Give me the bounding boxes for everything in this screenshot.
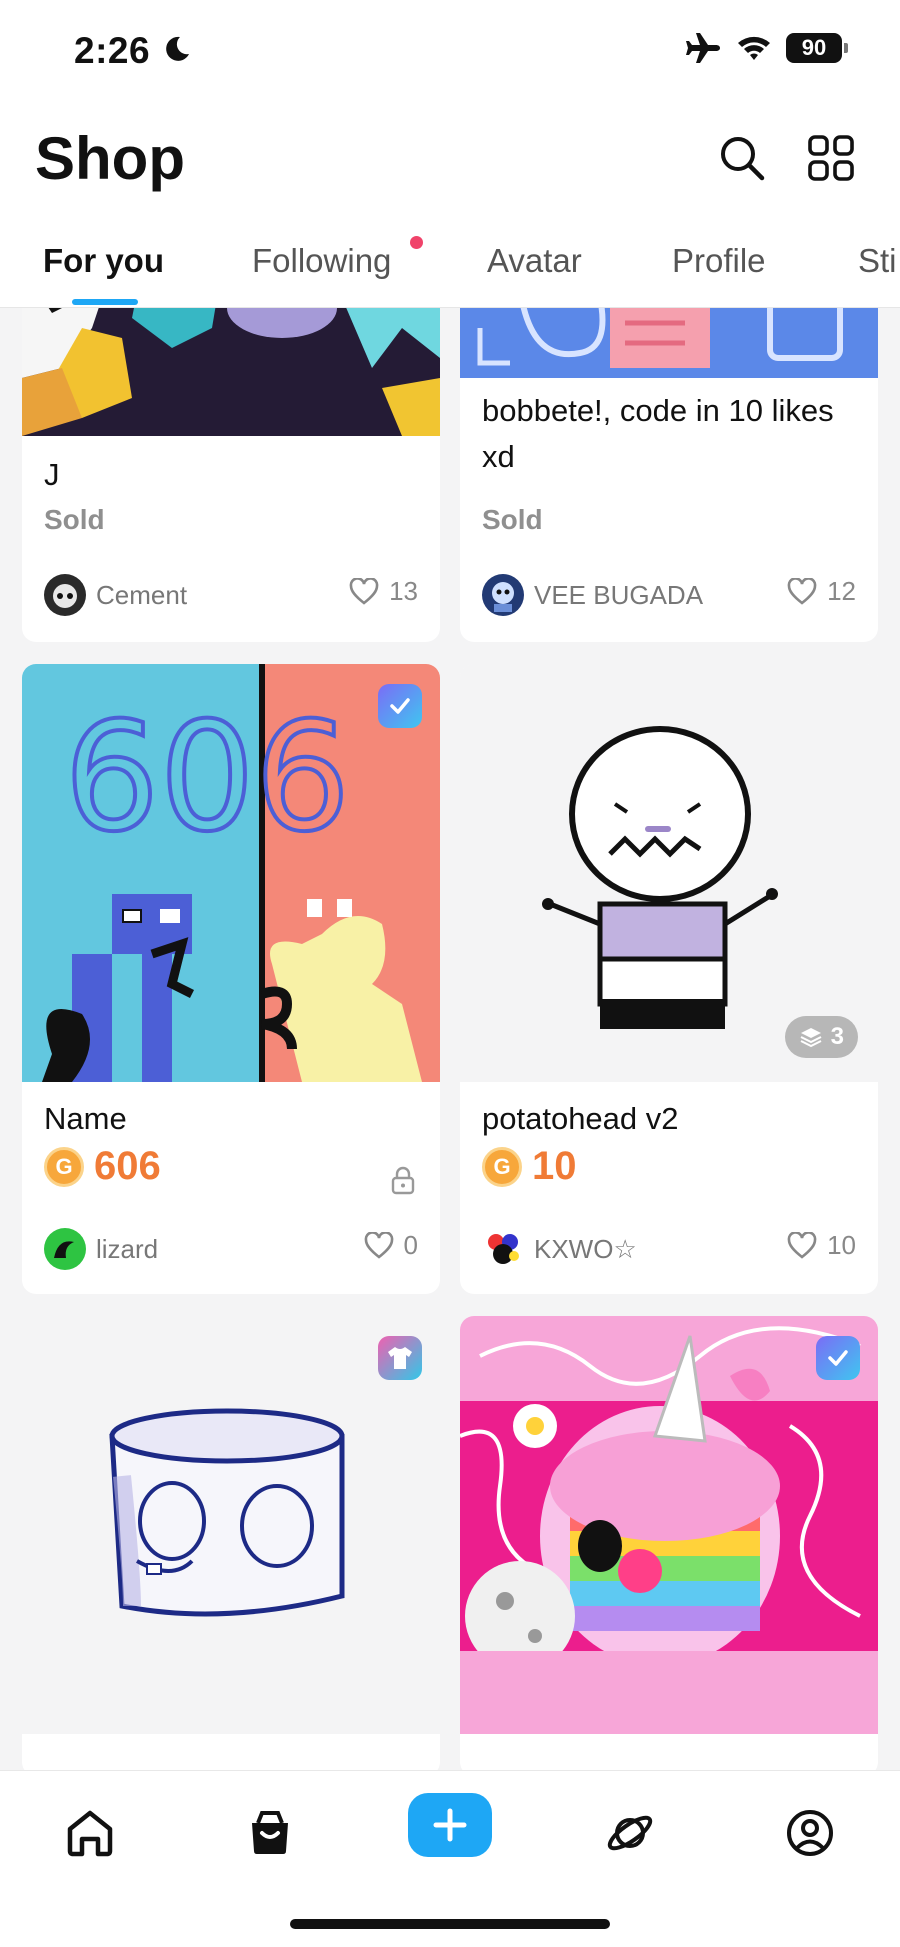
planet-icon <box>607 1815 653 1851</box>
item-card[interactable] <box>22 1316 440 1770</box>
item-price: G 606 <box>44 1144 161 1189</box>
like-button[interactable]: 0 <box>364 1230 418 1261</box>
avatar <box>44 1228 86 1270</box>
airplane-icon <box>686 33 720 63</box>
notification-dot <box>410 236 423 249</box>
avatar-item-badge <box>378 1336 422 1380</box>
like-count: 13 <box>389 576 418 606</box>
status-icons: 90 <box>686 32 848 64</box>
author-name: KXWO☆ <box>534 1233 637 1264</box>
item-author[interactable]: KXWO☆ <box>482 1228 637 1270</box>
price-value: 606 <box>94 1144 161 1188</box>
like-count: 10 <box>827 1230 856 1260</box>
like-count: 12 <box>827 576 856 606</box>
bottom-navigation <box>0 1770 900 1947</box>
search-button[interactable] <box>714 130 770 186</box>
item-title: Name <box>44 1101 127 1136</box>
author-name: lizard <box>96 1233 159 1264</box>
item-card[interactable]: 606 Name G 606 lizard 0 <box>22 664 440 1294</box>
item-thumbnail: 606 <box>22 664 440 1082</box>
app-header: Shop <box>0 100 900 228</box>
item-status: Sold <box>44 504 105 535</box>
item-card[interactable] <box>460 1316 878 1770</box>
art-text: 606 <box>64 691 350 865</box>
tab-following[interactable]: Following <box>252 242 391 280</box>
item-thumbnail <box>22 308 440 436</box>
page-title: Shop <box>35 125 185 192</box>
search-icon <box>721 137 765 181</box>
layers-icon <box>800 1028 822 1048</box>
battery-indicator: 90 <box>786 33 848 63</box>
heart-icon <box>787 1231 817 1259</box>
author-name: Cement <box>96 579 188 610</box>
coin-icon: G <box>44 1146 84 1187</box>
item-thumbnail <box>460 308 878 378</box>
active-tab-indicator <box>72 299 138 305</box>
price-value: 10 <box>532 1144 577 1188</box>
heart-icon <box>787 577 817 605</box>
verified-badge <box>816 1336 860 1380</box>
category-tabs: For you Following Avatar Profile Sti <box>0 228 900 308</box>
like-button[interactable]: 10 <box>787 1230 856 1261</box>
layers-count: 3 <box>830 1023 844 1050</box>
like-count: 0 <box>403 1230 418 1260</box>
item-status: Sold <box>482 504 543 535</box>
plus-icon <box>433 1808 467 1842</box>
grid-view-button[interactable] <box>803 130 859 186</box>
status-bar: 2:26 90 <box>0 0 900 100</box>
item-price: G 10 <box>482 1144 577 1189</box>
verified-icon <box>828 1350 848 1366</box>
item-thumbnail <box>22 1316 440 1734</box>
verified-icon <box>390 698 410 714</box>
create-button[interactable] <box>408 1793 492 1857</box>
item-title: bobbete!, code in 10 likes xd <box>482 393 834 474</box>
author-name: VEE BUGADA <box>534 579 704 610</box>
item-author[interactable]: lizard <box>44 1228 158 1270</box>
moon-icon <box>166 36 189 61</box>
item-title: J <box>44 457 60 492</box>
nav-shop[interactable] <box>230 1793 310 1873</box>
avatar <box>482 1228 524 1270</box>
verified-badge <box>378 684 422 728</box>
nav-home[interactable] <box>50 1793 130 1873</box>
shopping-bag-icon <box>252 1811 288 1854</box>
heart-icon <box>364 1231 393 1259</box>
grid-icon <box>808 135 854 181</box>
heart-icon <box>349 577 379 605</box>
wifi-icon <box>738 36 770 60</box>
item-author[interactable]: Cement <box>44 574 187 616</box>
item-card[interactable]: bobbete!, code in 10 likes xd Sold VEE B… <box>460 308 878 642</box>
profile-icon <box>787 1810 833 1856</box>
item-title: potatohead v2 <box>482 1101 679 1136</box>
shirt-icon <box>388 1347 412 1369</box>
avatar <box>44 574 86 616</box>
coin-icon: G <box>482 1146 522 1187</box>
status-time: 2:26 <box>74 30 151 71</box>
avatar <box>482 574 524 616</box>
tab-profile[interactable]: Profile <box>672 242 766 280</box>
layers-badge: 3 <box>784 1016 858 1058</box>
like-button[interactable]: 12 <box>787 576 856 607</box>
like-button[interactable]: 13 <box>349 576 418 607</box>
nav-profile[interactable] <box>770 1793 850 1873</box>
home-icon <box>67 1810 113 1857</box>
tab-for-you[interactable]: For you <box>43 242 164 280</box>
item-thumbnail <box>460 1316 878 1734</box>
item-author[interactable]: VEE BUGADA <box>482 574 703 616</box>
nav-explore[interactable] <box>590 1793 670 1873</box>
card-footer <box>22 1734 440 1770</box>
item-card[interactable]: 3 potatohead v2 G 10 KXWO☆ 10 <box>460 664 878 1294</box>
tab-stickers[interactable]: Sti <box>858 242 897 280</box>
home-indicator <box>290 1919 610 1929</box>
lock-icon <box>391 1166 415 1195</box>
item-grid: J Sold Cement 13 bobbete!, code in 10 li… <box>0 308 900 1770</box>
tab-avatar[interactable]: Avatar <box>487 242 582 280</box>
item-card[interactable]: J Sold Cement 13 <box>22 308 440 642</box>
